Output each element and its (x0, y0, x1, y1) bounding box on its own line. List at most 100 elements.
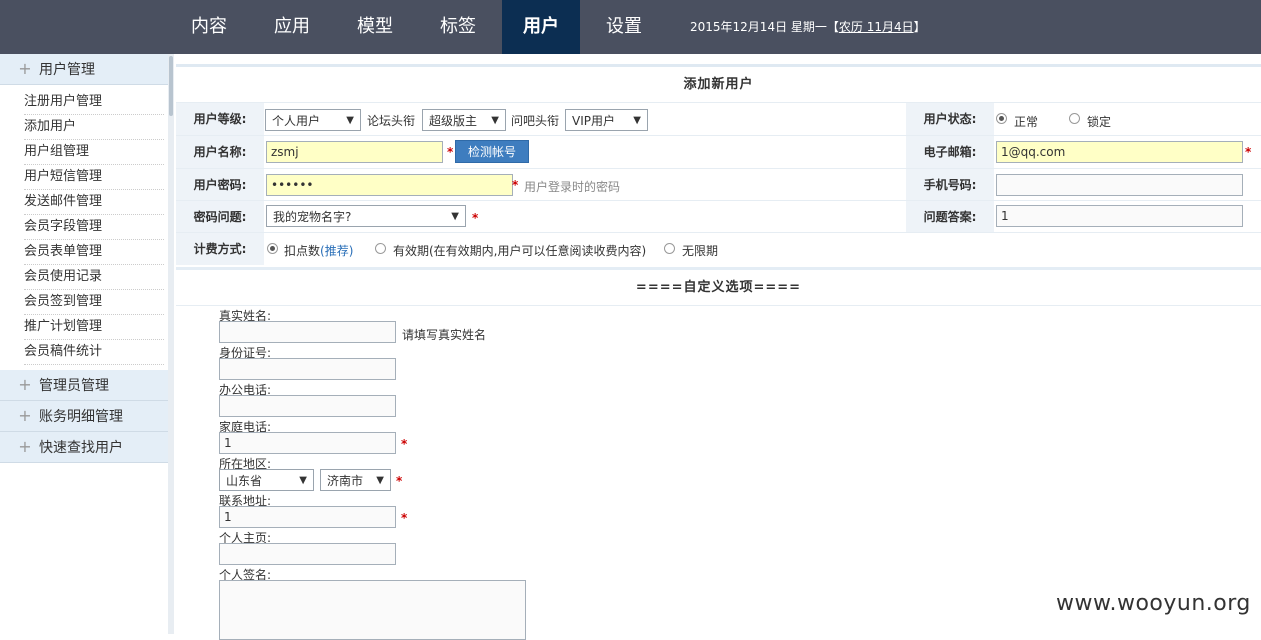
realname-hint: 请填写真实姓名 (402, 328, 487, 342)
form-row-billing: 计费方式: 扣点数(推荐) 有效期(在有效期内,用户可以任意阅读收费内容) 无限… (176, 232, 1261, 265)
sidebar-link-registered-users[interactable]: 注册用户管理 (24, 89, 164, 115)
mobile-input[interactable] (996, 174, 1243, 196)
nav-tab-users[interactable]: 用户 (502, 0, 580, 54)
status-locked-label: 锁定 (1087, 115, 1112, 129)
city-value: 济南市 (327, 474, 364, 488)
user-level-value: 个人用户 (272, 114, 321, 128)
city-select[interactable]: 济南市 ▼ (320, 469, 391, 491)
username-input[interactable]: zsmj (266, 141, 443, 163)
form-row-username: 用户名称: zsmj * 检测帐号 电子邮箱: 1@qq.com * (176, 135, 1261, 168)
nav-tab-tags[interactable]: 标签 (421, 0, 495, 54)
billing-unlimited-label: 无限期 (682, 244, 719, 258)
lunar-date-link[interactable]: 农历 11月4日 (839, 20, 914, 34)
required-mark: * (401, 511, 408, 525)
nav-tab-models[interactable]: 模型 (338, 0, 412, 54)
forum-title-value: 超级版主 (429, 114, 478, 128)
address-input[interactable]: 1 (219, 506, 396, 528)
nav-tab-content[interactable]: 内容 (172, 0, 246, 54)
sidebar-section-admin-management[interactable]: + 管理员管理 (0, 370, 170, 401)
nav-tab-settings[interactable]: 设置 (587, 0, 661, 54)
home-phone-input[interactable]: 1 (219, 432, 396, 454)
user-level-select[interactable]: 个人用户 ▼ (265, 109, 361, 131)
required-mark: * (1245, 145, 1252, 159)
province-select[interactable]: 山东省 ▼ (219, 469, 314, 491)
sidebar-section-quick-search[interactable]: + 快速查找用户 (0, 432, 170, 463)
sidebar-link-promotion[interactable]: 推广计划管理 (24, 314, 164, 340)
form-row-level: 用户等级: 个人用户 ▼ 论坛头衔 超级版主 ▼ 问吧头衔 VIP用户 ▼ 用户状态:… (176, 102, 1261, 135)
sidebar-link-user-groups[interactable]: 用户组管理 (24, 139, 164, 165)
chevron-down-icon: ▼ (346, 115, 354, 126)
top-nav-bar: 内容 应用 模型 标签 用户 设置 2015年12月14日 星期一【农历 11月… (0, 0, 1261, 54)
check-account-button[interactable]: 检测帐号 (455, 140, 529, 163)
password-question-value: 我的宠物名字? (273, 210, 352, 224)
idcard-input[interactable] (219, 358, 396, 380)
custom-options-title: ====自定义选项==== (176, 267, 1261, 306)
sidebar-scrollbar[interactable] (168, 54, 174, 634)
nav-tab-apps[interactable]: 应用 (255, 0, 329, 54)
status-normal-radio[interactable] (996, 113, 1007, 124)
chevron-down-icon: ▼ (451, 211, 459, 222)
chevron-down-icon: ▼ (299, 475, 307, 486)
sidebar-link-member-forms[interactable]: 会员表单管理 (24, 239, 164, 265)
plus-icon: + (18, 406, 32, 425)
password-question-select[interactable]: 我的宠物名字? ▼ (266, 205, 466, 227)
signature-textarea[interactable] (219, 580, 526, 640)
homepage-input[interactable] (219, 543, 396, 565)
billing-recommend-text: (推荐) (320, 244, 354, 258)
form-row-password: 用户密码: •••••• * 用户登录时的密码 手机号码: (176, 168, 1261, 201)
username-label: 用户名称: (176, 136, 264, 168)
sidebar-link-sms[interactable]: 用户短信管理 (24, 164, 164, 190)
mobile-label: 手机号码: (906, 169, 994, 201)
form-row-question: 密码问题: 我的宠物名字? ▼ * 问题答案: 1 (176, 200, 1261, 233)
required-mark: * (512, 178, 519, 192)
form-title: 添加新用户 (683, 77, 754, 92)
sidebar-link-manuscript-stats[interactable]: 会员稿件统计 (24, 339, 164, 365)
forum-title-label: 论坛头衔 (367, 114, 416, 128)
password-input[interactable]: •••••• (266, 174, 513, 196)
sidebar-section-label: 用户管理 (39, 62, 95, 78)
sidebar-section-user-management[interactable]: + 用户管理 (0, 54, 170, 85)
plus-icon: + (18, 59, 32, 78)
required-mark: * (396, 474, 403, 488)
billing-label: 计费方式: (176, 233, 264, 265)
date-text: 2015年12月14日 星期一【 (690, 20, 839, 34)
level-label: 用户等级: (176, 103, 264, 135)
status-locked-radio[interactable] (1069, 113, 1080, 124)
billing-points-radio[interactable] (267, 243, 278, 254)
sidebar-section-accounts[interactable]: + 账务明细管理 (0, 401, 170, 432)
sidebar: + 用户管理 注册用户管理 添加用户 用户组管理 用户短信管理 发送邮件管理 会员… (0, 54, 171, 634)
billing-points-text: 扣点数 (284, 244, 321, 258)
chevron-down-icon: ▼ (633, 115, 641, 126)
required-mark: * (472, 211, 479, 225)
realname-input[interactable] (219, 321, 396, 343)
watermark: www.wooyun.org (1056, 591, 1251, 616)
sidebar-section-label: 账务明细管理 (39, 409, 123, 425)
billing-points-label: 扣点数(推荐) (284, 242, 353, 259)
sidebar-section-label: 快速查找用户 (39, 440, 123, 456)
password-label: 用户密码: (176, 169, 264, 201)
answer-input[interactable]: 1 (996, 205, 1243, 227)
forum-title-select[interactable]: 超级版主 ▼ (422, 109, 506, 131)
sidebar-link-checkin[interactable]: 会员签到管理 (24, 289, 164, 315)
email-label: 电子邮箱: (906, 136, 994, 168)
billing-period-radio[interactable] (375, 243, 386, 254)
sidebar-link-usage-log[interactable]: 会员使用记录 (24, 264, 164, 290)
chevron-down-icon: ▼ (376, 475, 384, 486)
office-phone-input[interactable] (219, 395, 396, 417)
province-value: 山东省 (226, 474, 263, 488)
date-display: 2015年12月14日 星期一【农历 11月4日】 (690, 0, 926, 54)
status-normal-label: 正常 (1014, 115, 1039, 129)
email-input[interactable]: 1@qq.com (996, 141, 1243, 163)
main-content: 添加新用户 用户等级: 个人用户 ▼ 论坛头衔 超级版主 ▼ 问吧头衔 VIP用户 ▼… (176, 54, 1261, 640)
sidebar-link-add-user[interactable]: 添加用户 (24, 114, 164, 140)
answer-label: 问题答案: (906, 201, 994, 233)
sidebar-section-label: 管理员管理 (39, 378, 109, 394)
required-mark: * (401, 437, 408, 451)
wenba-title-select[interactable]: VIP用户 ▼ (565, 109, 648, 131)
sidebar-link-member-fields[interactable]: 会员字段管理 (24, 214, 164, 240)
password-hint: 用户登录时的密码 (524, 180, 621, 194)
sidebar-link-email[interactable]: 发送邮件管理 (24, 189, 164, 215)
wenba-title-label: 问吧头衔 (511, 114, 560, 128)
scrollbar-thumb[interactable] (169, 56, 173, 116)
billing-unlimited-radio[interactable] (664, 243, 675, 254)
